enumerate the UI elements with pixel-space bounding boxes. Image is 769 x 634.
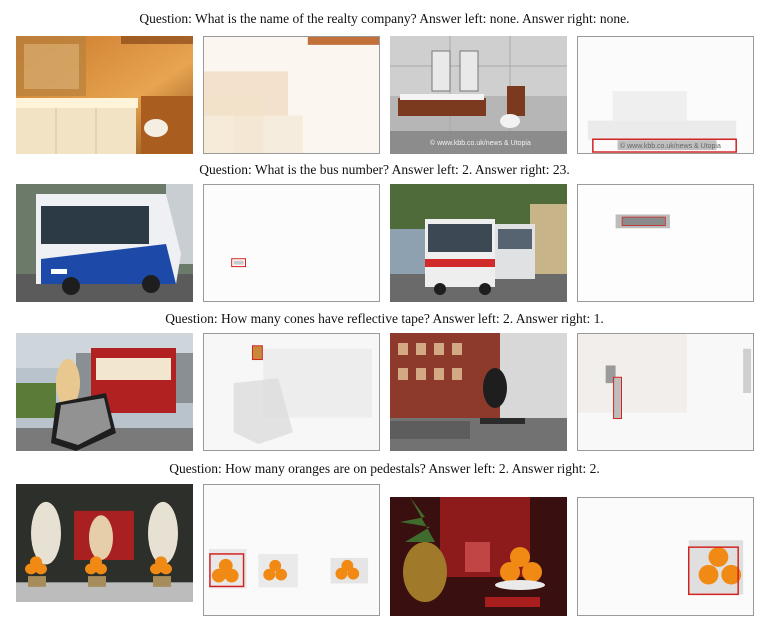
row-1-right-watermark: © www.kbb.co.uk/news & Utopia — [430, 140, 531, 147]
row-1-left-image-bathroom — [16, 36, 193, 154]
row-3-right-attention-map — [577, 333, 754, 451]
row-3-question: Question: How many cones have reflective… — [165, 311, 604, 326]
row-1-left-attention-map — [203, 36, 380, 154]
row-2-right-attention-map — [577, 184, 754, 302]
row-1-right-attention-map: © www.kbb.co.uk/news & Utopia — [577, 36, 754, 154]
row-2-left-image-bus — [16, 184, 193, 302]
row-4-right-image-offering — [390, 497, 567, 616]
row-3-left-image-tram — [16, 333, 193, 451]
row-2-right-image-bus — [390, 184, 567, 302]
row-1-right-map-watermark: © www.kbb.co.uk/news & Utopia — [620, 143, 721, 150]
row-4-right-attention-map — [577, 497, 754, 616]
row-3-left-attention-map — [203, 333, 380, 451]
row-2-left-attention-map — [203, 184, 380, 302]
row-4-question: Question: How many oranges are on pedest… — [169, 461, 600, 476]
row-4-left-image-altar — [16, 484, 193, 602]
row-1-right-image-bathroom: © www.kbb.co.uk/news & Utopia — [390, 36, 567, 154]
row-1-question: Question: What is the name of the realty… — [139, 11, 630, 26]
row-4-left-attention-map — [203, 484, 380, 616]
row-2-question: Question: What is the bus number? Answer… — [199, 162, 570, 177]
row-3-right-image-skateboard — [390, 333, 567, 451]
